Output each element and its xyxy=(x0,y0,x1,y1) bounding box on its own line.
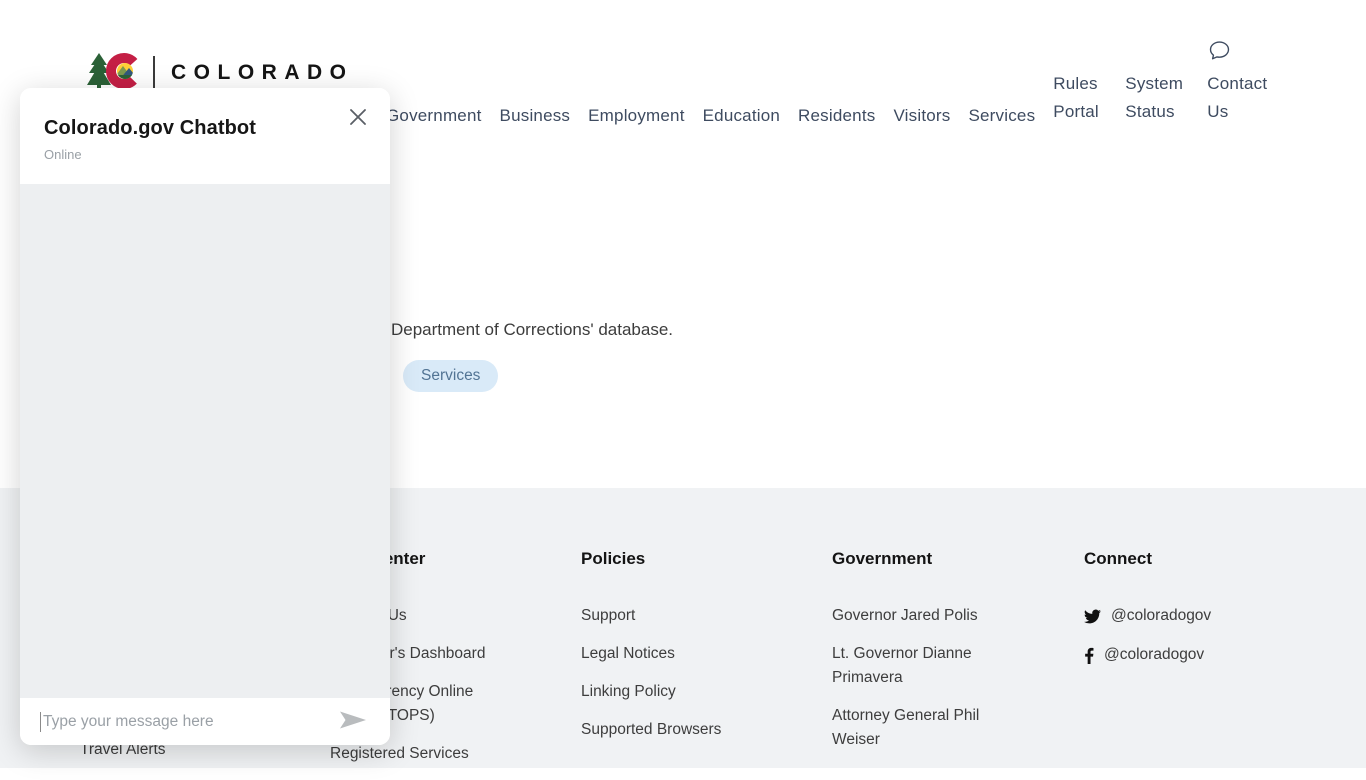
logo-divider xyxy=(153,56,155,89)
footer-heading-government: Government xyxy=(832,549,1008,569)
chat-message-input[interactable] xyxy=(41,713,334,731)
footer-link-registered-services[interactable]: Registered Services xyxy=(330,742,502,766)
nav-item-residents[interactable]: Residents xyxy=(798,106,875,128)
nav-item-contact-us-label: Contact Us xyxy=(1207,70,1273,126)
send-button[interactable] xyxy=(334,706,372,737)
colorado-emblem-icon xyxy=(86,53,150,89)
close-icon xyxy=(350,109,366,125)
page-description: Department of Corrections' database. xyxy=(391,320,673,340)
nav-item-contact-us[interactable]: Contact Us xyxy=(1207,41,1273,128)
footer-link-linking-policy[interactable]: Linking Policy xyxy=(581,680,781,704)
chatbot-close-button[interactable] xyxy=(346,105,370,132)
footer-link-legal-notices[interactable]: Legal Notices xyxy=(581,642,781,666)
nav-item-business[interactable]: Business xyxy=(500,106,571,128)
footer-link-lt-governor[interactable]: Lt. Governor Dianne Primavera xyxy=(832,642,1008,690)
nav-item-government[interactable]: Government xyxy=(386,106,482,128)
footer-link-facebook[interactable]: @coloradogov xyxy=(1084,643,1294,667)
nav-item-services[interactable]: Services xyxy=(968,106,1035,128)
nav-item-visitors[interactable]: Visitors xyxy=(893,106,950,128)
footer-link-supported-browsers[interactable]: Supported Browsers xyxy=(581,718,781,742)
chatbot-header: Colorado.gov Chatbot Online xyxy=(20,88,390,184)
footer-link-support[interactable]: Support xyxy=(581,604,781,628)
chatbot-title: Colorado.gov Chatbot xyxy=(44,117,366,140)
primary-nav: Government Business Employment Education… xyxy=(386,38,1273,128)
chatbot-panel: Colorado.gov Chatbot Online xyxy=(20,88,390,745)
footer-column-policies: Policies Support Legal Notices Linking P… xyxy=(581,549,781,756)
chatbot-status: Online xyxy=(44,147,366,162)
send-icon xyxy=(338,708,368,732)
nav-item-education[interactable]: Education xyxy=(703,106,780,128)
footer-column-connect: Connect @coloradogov @coloradogov xyxy=(1084,549,1294,682)
footer-heading-connect: Connect xyxy=(1084,549,1294,569)
footer-heading-policies: Policies xyxy=(581,549,781,569)
facebook-handle: @coloradogov xyxy=(1104,643,1204,667)
footer-column-government: Government Governor Jared Polis Lt. Gove… xyxy=(832,549,1008,766)
twitter-handle: @coloradogov xyxy=(1111,604,1211,628)
chatbot-input-bar xyxy=(20,698,390,745)
nav-item-rules-portal[interactable]: Rules Portal xyxy=(1053,70,1107,128)
brand-wordmark: COLORADO xyxy=(171,61,354,85)
footer-link-governor[interactable]: Governor Jared Polis xyxy=(832,604,1008,628)
twitter-icon xyxy=(1084,609,1101,624)
footer-link-attorney-general[interactable]: Attorney General Phil Weiser xyxy=(832,704,1008,752)
chatbot-message-area xyxy=(20,184,390,698)
services-tag[interactable]: Services xyxy=(403,360,498,392)
nav-item-employment[interactable]: Employment xyxy=(588,106,684,128)
nav-item-system-status[interactable]: System Status xyxy=(1125,70,1189,128)
footer-link-twitter[interactable]: @coloradogov xyxy=(1084,604,1294,628)
chat-bubble-icon xyxy=(1209,41,1230,60)
facebook-icon xyxy=(1084,647,1094,664)
